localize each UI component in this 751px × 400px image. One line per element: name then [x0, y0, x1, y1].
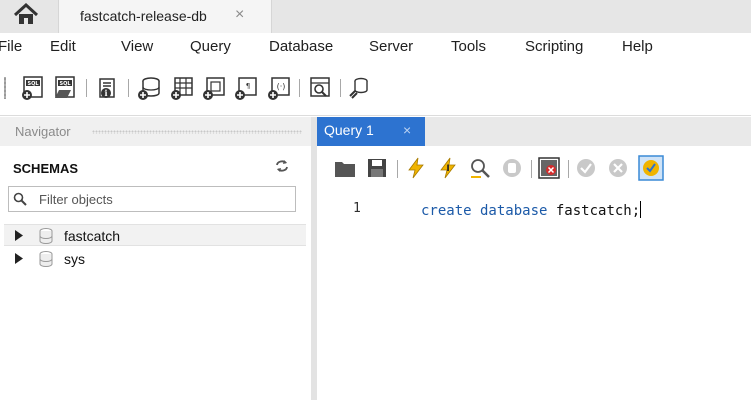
- database-icon: [39, 228, 53, 244]
- explain-icon[interactable]: [469, 157, 491, 179]
- menu-tools[interactable]: Tools: [451, 38, 486, 55]
- toggle-error-stop-icon[interactable]: [538, 157, 560, 179]
- schemas-header: SCHEMAS: [0, 146, 311, 184]
- tab-query-1[interactable]: Query 1 ×: [317, 117, 425, 146]
- svg-text:(·): (·): [277, 82, 286, 91]
- execute-current-icon[interactable]: I: [437, 157, 459, 179]
- close-icon[interactable]: ×: [403, 122, 411, 138]
- toolbar-separator: [86, 79, 87, 97]
- navigator-header: Navigator: [0, 117, 311, 146]
- stop-icon[interactable]: [501, 157, 523, 179]
- search-table-data-icon[interactable]: [308, 76, 332, 100]
- create-view-icon[interactable]: [202, 76, 226, 100]
- code-line[interactable]: create database fastcatch;: [421, 201, 642, 219]
- rollback-icon[interactable]: [607, 157, 629, 179]
- menu-query[interactable]: Query: [190, 38, 231, 55]
- menu-file[interactable]: File: [0, 38, 22, 55]
- database-icon: [39, 251, 53, 267]
- menu-database[interactable]: Database: [269, 38, 333, 55]
- expand-arrow-icon[interactable]: [14, 253, 24, 264]
- sql-identifier: fastcatch: [555, 203, 632, 219]
- connection-tab-label: fastcatch-release-db: [80, 8, 207, 24]
- svg-text:SQL: SQL: [59, 81, 71, 87]
- text-caret: [640, 201, 642, 218]
- menu-help[interactable]: Help: [622, 38, 653, 55]
- editor-toolbar: I: [317, 146, 751, 190]
- commit-icon[interactable]: [575, 157, 597, 179]
- query-tab-label: Query 1: [324, 122, 374, 138]
- schema-name: sys: [64, 251, 85, 267]
- menu-server[interactable]: Server: [369, 38, 413, 55]
- sql-keyword: create database: [421, 203, 548, 219]
- svg-text:SQL: SQL: [27, 81, 39, 87]
- new-sql-tab-icon[interactable]: SQL: [21, 76, 45, 100]
- autocommit-icon[interactable]: [638, 155, 664, 181]
- expand-arrow-icon[interactable]: [14, 230, 24, 241]
- svg-text:¶: ¶: [246, 82, 250, 90]
- main-toolbar: SQL SQL i ¶ (·): [0, 63, 751, 116]
- home-icon: [13, 3, 39, 24]
- toolbar-separator: [299, 79, 300, 97]
- schema-item-fastcatch[interactable]: fastcatch: [4, 224, 306, 246]
- schemas-title: SCHEMAS: [13, 161, 79, 176]
- toolbar-grip: [4, 77, 6, 99]
- schema-name: fastcatch: [64, 228, 121, 244]
- menu-scripting[interactable]: Scripting: [525, 38, 583, 55]
- line-number: 1: [353, 201, 361, 216]
- filter-objects-field[interactable]: [8, 186, 296, 212]
- open-file-icon[interactable]: [334, 157, 356, 179]
- toolbar-separator: [340, 79, 341, 97]
- close-icon[interactable]: ×: [235, 6, 244, 24]
- connection-tab[interactable]: fastcatch-release-db ×: [58, 0, 272, 33]
- svg-text:I: I: [446, 164, 449, 174]
- create-function-icon[interactable]: (·): [267, 76, 291, 100]
- filter-objects-input[interactable]: [39, 189, 289, 209]
- sql-editor[interactable]: 1 create database fastcatch;: [317, 190, 751, 400]
- execute-icon[interactable]: [405, 157, 427, 179]
- toolbar-separator: [568, 160, 569, 178]
- sql-terminator: ;: [631, 203, 641, 219]
- home-tab[interactable]: [0, 0, 58, 33]
- save-icon[interactable]: [366, 157, 388, 179]
- navigator-title: Navigator: [15, 124, 71, 139]
- open-sql-script-icon[interactable]: SQL: [53, 76, 77, 100]
- create-schema-icon[interactable]: [137, 76, 161, 100]
- schema-item-sys[interactable]: sys: [4, 248, 306, 270]
- toolbar-separator: [397, 160, 398, 178]
- menu-edit[interactable]: Edit: [50, 38, 76, 55]
- inspector-icon[interactable]: i: [96, 76, 120, 100]
- toolbar-separator: [531, 160, 532, 178]
- menu-bar: File Edit View Query Database Server Too…: [0, 33, 751, 63]
- create-procedure-icon[interactable]: ¶: [234, 76, 258, 100]
- refresh-icon[interactable]: [275, 160, 289, 172]
- menu-view[interactable]: View: [121, 38, 153, 55]
- navigator-drag-handle[interactable]: [92, 130, 302, 134]
- reconnect-icon[interactable]: [347, 76, 371, 100]
- toolbar-separator: [128, 79, 129, 97]
- svg-text:i: i: [104, 88, 107, 98]
- search-icon: [13, 192, 27, 206]
- create-table-icon[interactable]: [170, 76, 194, 100]
